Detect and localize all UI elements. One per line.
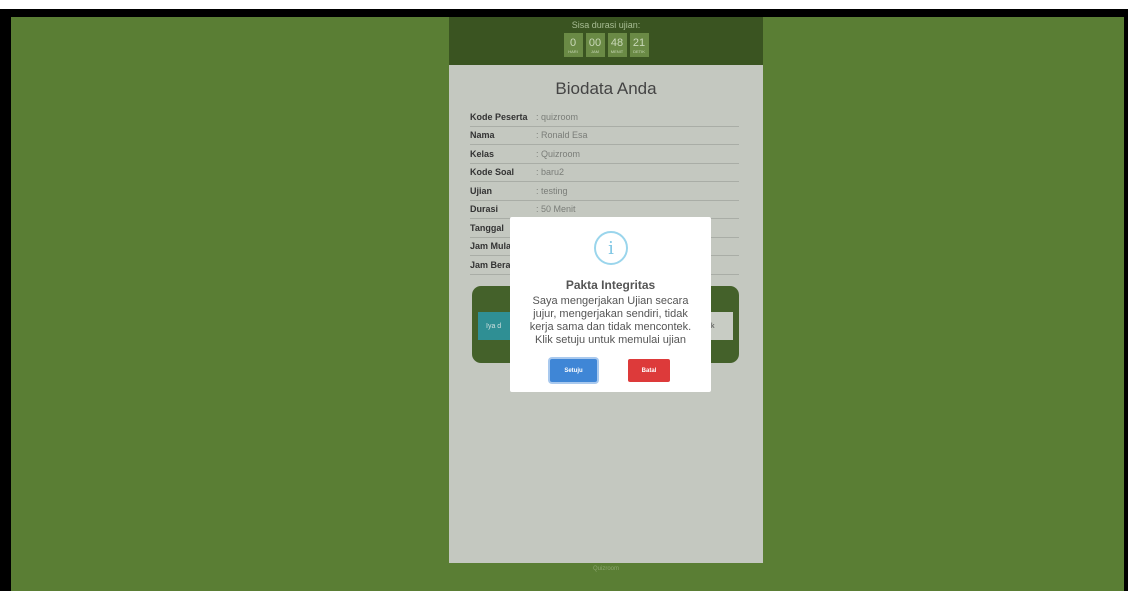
row-label: Nama (470, 130, 495, 141)
row-value: : 50 Menit (536, 204, 576, 215)
table-row: Nama : Ronald Esa (470, 127, 739, 145)
dialog-title: Pakta Integritas (565, 278, 656, 292)
dialog-message: Saya mengerjakan Ujian secara jujur, men… (529, 295, 692, 346)
timer-days-unit: HARI (568, 48, 578, 54)
timer-header: Sisa durasi ujian: 0 HARI 00 JAM 48 MENI… (449, 17, 763, 65)
row-value: : Ronald Esa (536, 130, 588, 141)
page-title: Biodata Anda (555, 79, 657, 98)
row-label: Kelas (470, 148, 495, 159)
timer-label: Sisa durasi ujian: (571, 20, 641, 30)
integrity-dialog: i Pakta Integritas Saya mengerjakan Ujia… (510, 217, 711, 392)
row-value: : testing (536, 185, 568, 196)
footer-text: Quizroom (592, 566, 619, 572)
row-value: : quizroom (536, 111, 579, 122)
row-value: : baru2 (536, 167, 565, 178)
row-value: : Quizroom (536, 148, 581, 159)
row-label: Kode Peserta (470, 111, 528, 122)
row-label: Durasi (470, 204, 499, 215)
timer-minutes-unit: MENIT (610, 48, 624, 54)
cancel-button[interactable]: Batal (628, 359, 670, 382)
timer-seconds-unit: DETIK (633, 48, 645, 54)
info-icon: i (594, 231, 628, 265)
timer-days-value: 0 (569, 36, 577, 49)
row-label: Ujian (470, 185, 493, 196)
timer-seconds: 21 DETIK (629, 33, 649, 57)
timer-days: 0 HARI (563, 33, 583, 57)
timer-hours: 00 JAM (585, 33, 605, 57)
timer-hours-unit: JAM (591, 48, 599, 54)
table-row: Kelas : Quizroom (470, 145, 739, 164)
table-row: Kode Soal : baru2 (470, 164, 739, 182)
timer-minutes: 48 MENIT (607, 33, 627, 57)
countdown-timer: 0 HARI 00 JAM 48 MENIT 21 DETIK (449, 33, 763, 57)
table-row: Ujian : testing (470, 182, 739, 201)
table-row: Kode Peserta : quizroom (470, 108, 739, 127)
timer-seconds-value: 21 (632, 36, 646, 49)
confirm-button[interactable]: Setuju (550, 359, 597, 382)
row-label: Kode Soal (470, 167, 515, 178)
timer-hours-value: 00 (588, 36, 602, 49)
timer-minutes-value: 48 (610, 36, 624, 49)
